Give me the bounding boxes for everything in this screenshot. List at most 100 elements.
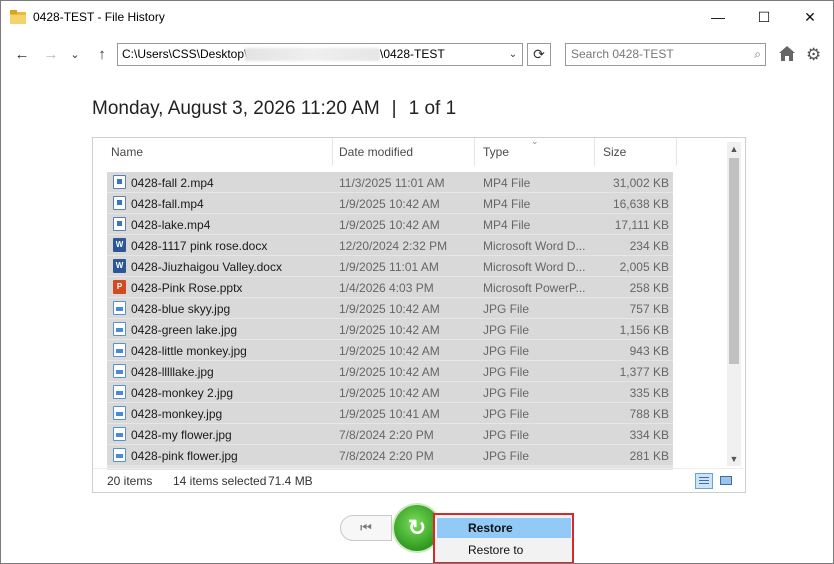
refresh-icon[interactable]: ⟳ <box>527 43 551 66</box>
menu-item-restore[interactable]: Restore <box>437 518 571 538</box>
vertical-scrollbar[interactable]: ▲ ▼ <box>727 142 741 466</box>
heading-separator: | <box>391 98 397 119</box>
previous-version-button[interactable]: ⏮ <box>340 515 392 541</box>
table-row[interactable]: W 0428-1117 pink rose.docx 12/20/2024 2:32… <box>107 235 673 256</box>
file-size: 2,005 KB <box>619 260 669 274</box>
file-date-modified: 7/8/2024 2:20 PM <box>339 428 434 442</box>
table-row[interactable]: W 0428-Jiuzhaigou Valley.docx 1/9/2025 11:… <box>107 256 673 277</box>
up-arrow-icon[interactable]: ↑ <box>93 45 111 63</box>
table-row[interactable]: 0428-monkey.jpg 1/9/2025 10:41 AM JPG File… <box>107 403 673 424</box>
table-row[interactable]: 0428-lllllake.jpg 1/9/2025 10:42 AM JPG Fi… <box>107 361 673 382</box>
minimize-button[interactable]: — <box>695 1 741 33</box>
file-name: 0428-fall.mp4 <box>131 197 204 211</box>
recent-locations-icon[interactable]: ⌄ <box>66 45 84 63</box>
table-row[interactable]: 0428-pink flower.jpg 7/8/2024 2:20 PM JPG … <box>107 445 673 466</box>
large-icons-view-icon[interactable] <box>717 473 735 489</box>
file-size: 788 KB <box>629 407 669 421</box>
file-date-modified: 1/9/2025 10:42 AM <box>339 197 440 211</box>
menu-item-restore-to[interactable]: Restore to <box>437 540 571 560</box>
image-file-icon <box>113 406 126 420</box>
table-row[interactable]: 0428-fall.mp4 1/9/2025 10:42 AM MP4 File 16… <box>107 193 673 214</box>
file-date-modified: 1/4/2026 4:03 PM <box>339 281 434 295</box>
image-file-icon <box>113 385 126 399</box>
image-file-icon <box>113 364 126 378</box>
file-name: 0428-monkey 2.jpg <box>131 386 234 400</box>
file-size: 1,156 KB <box>619 323 669 337</box>
snapshot-datetime: Monday, August 3, 2026 11:20 AM <box>92 98 380 119</box>
file-date-modified: 1/9/2025 10:42 AM <box>339 302 440 316</box>
back-arrow-icon[interactable]: ← <box>13 45 31 63</box>
file-date-modified: 7/8/2024 2:20 PM <box>339 449 434 463</box>
file-date-modified: 1/9/2025 10:42 AM <box>339 365 440 379</box>
search-input[interactable]: Search 0428-TEST ⌕ <box>565 43 766 66</box>
selection-count: 14 items selected <box>173 474 267 488</box>
scroll-up-arrow-icon[interactable]: ▲ <box>727 142 741 156</box>
maximize-button[interactable]: ☐ <box>741 1 787 33</box>
file-type: JPG File <box>483 323 530 337</box>
window-title: 0428-TEST - File History <box>33 10 165 24</box>
table-row[interactable]: 0428-fall 2.mp4 11/3/2025 11:01 AM MP4 Fil… <box>107 172 673 193</box>
file-date-modified: 1/9/2025 10:42 AM <box>339 344 440 358</box>
file-name: 0428-green lake.jpg <box>131 323 238 337</box>
file-name: 0428-Jiuzhaigou Valley.docx <box>131 260 282 274</box>
file-history-window: 0428-TEST - File History — ☐ ✕ ← → ⌄ ↑ C… <box>0 0 834 564</box>
chevron-down-icon[interactable]: ⌄ <box>504 44 522 65</box>
table-row[interactable]: 0428-monkey 2.jpg 1/9/2025 10:42 AM JPG Fi… <box>107 382 673 403</box>
file-date-modified: 1/9/2025 10:42 AM <box>339 218 440 232</box>
home-icon[interactable] <box>779 46 795 61</box>
image-file-icon <box>113 343 126 357</box>
video-file-icon <box>113 217 126 231</box>
title-bar: 0428-TEST - File History — ☐ ✕ <box>1 1 833 33</box>
item-count: 20 items <box>107 474 153 488</box>
column-header-name[interactable]: Name <box>103 138 333 166</box>
file-size: 943 KB <box>629 344 669 358</box>
details-view-icon[interactable] <box>695 473 713 489</box>
file-name: 0428-fall 2.mp4 <box>131 176 214 190</box>
snapshot-position: 1 of 1 <box>408 98 457 119</box>
table-row[interactable]: 0428-lake.mp4 1/9/2025 10:42 AM MP4 File 17… <box>107 214 673 235</box>
file-type: Microsoft Word D... <box>483 239 586 253</box>
column-header-size[interactable]: Size <box>595 138 677 166</box>
file-size: 757 KB <box>629 302 669 316</box>
file-name: 0428-lake.mp4 <box>131 218 211 232</box>
image-file-icon <box>113 427 126 441</box>
table-row[interactable]: 0428-green lake.jpg 1/9/2025 10:42 AM JPG … <box>107 319 673 340</box>
forward-arrow-icon[interactable]: → <box>42 45 60 63</box>
file-size: 335 KB <box>629 386 669 400</box>
file-list-panel: Name Date modified Type Size ⌄ 0428-fall… <box>92 137 746 493</box>
scrollbar-thumb[interactable] <box>729 158 739 364</box>
address-path-prefix: C:\Users\CSS\Desktop\ <box>122 47 248 61</box>
file-type: JPG File <box>483 428 530 442</box>
folder-icon <box>10 10 26 24</box>
file-type: MP4 File <box>483 197 531 211</box>
restore-arrow-icon: ↻ <box>407 515 427 540</box>
file-date-modified: 1/9/2025 10:41 AM <box>339 407 440 421</box>
image-file-icon <box>113 322 126 336</box>
file-size: 281 KB <box>629 449 669 463</box>
file-name: 0428-lllllake.jpg <box>131 365 214 379</box>
table-row[interactable]: 0428-little monkey.jpg 1/9/2025 10:42 AM J… <box>107 340 673 361</box>
file-type: JPG File <box>483 344 530 358</box>
word-document-icon: W <box>113 259 126 273</box>
file-size: 334 KB <box>629 428 669 442</box>
file-name: 0428-blue skyy.jpg <box>131 302 231 316</box>
close-button[interactable]: ✕ <box>787 1 833 33</box>
file-size: 31,002 KB <box>612 176 669 190</box>
table-row[interactable]: P 0428-Pink Rose.pptx 1/4/2026 4:03 PM Micr… <box>107 277 673 298</box>
scroll-down-arrow-icon[interactable]: ▼ <box>727 452 741 466</box>
powerpoint-file-icon: P <box>113 280 126 294</box>
file-name: 0428-monkey.jpg <box>131 407 223 421</box>
file-type: JPG File <box>483 449 530 463</box>
column-header-date[interactable]: Date modified <box>331 138 475 166</box>
skip-previous-icon: ⏮ <box>360 520 372 535</box>
table-row[interactable]: 0428-my flower.jpg 7/8/2024 2:20 PM JPG Fi… <box>107 424 673 445</box>
navigation-bar: ← → ⌄ ↑ C:\Users\CSS\Desktop\ \0428-TEST… <box>1 37 833 71</box>
status-bar: 20 items 14 items selected 71.4 MB <box>93 468 743 492</box>
table-row[interactable]: 0428-blue skyy.jpg 1/9/2025 10:42 AM JPG F… <box>107 298 673 319</box>
search-icon: ⌕ <box>754 47 761 61</box>
video-file-icon <box>113 175 126 189</box>
address-bar[interactable]: C:\Users\CSS\Desktop\ \0428-TEST ⌄ <box>117 43 523 66</box>
gear-icon[interactable]: ⚙ <box>806 45 821 65</box>
file-size: 258 KB <box>629 281 669 295</box>
file-type: JPG File <box>483 302 530 316</box>
